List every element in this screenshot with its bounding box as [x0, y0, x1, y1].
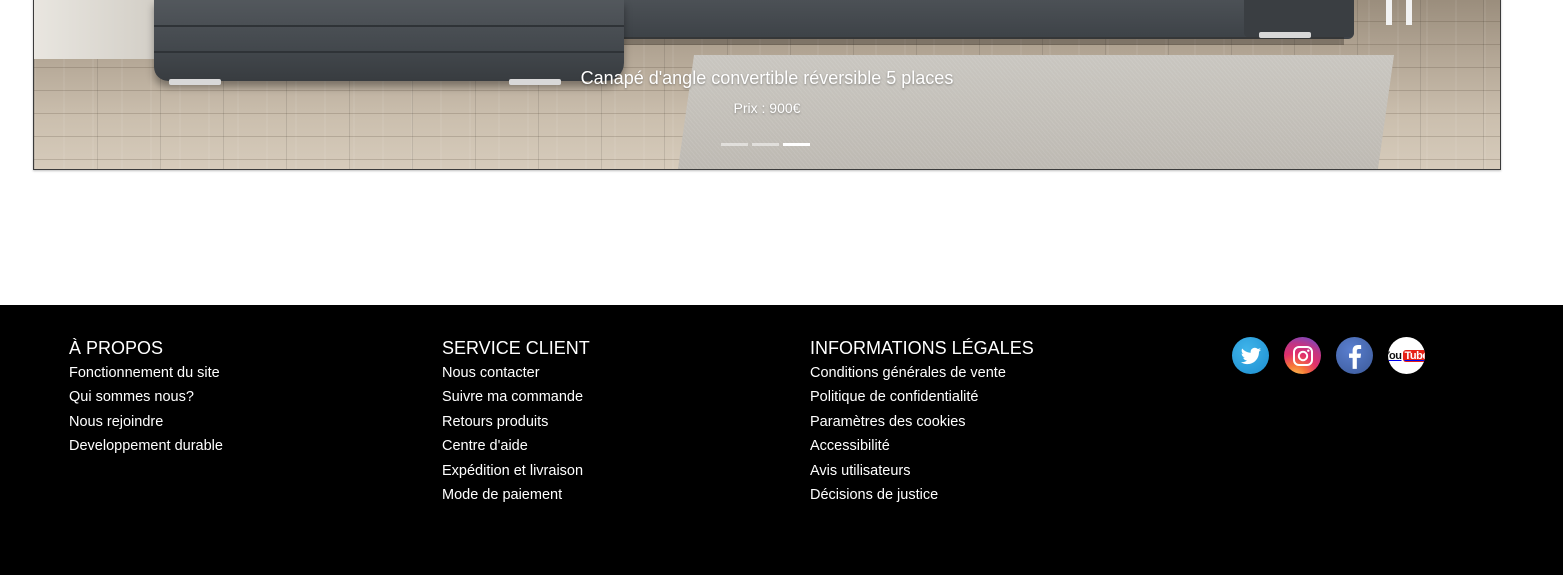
footer-link-cookies[interactable]: Paramètres des cookies — [810, 414, 966, 430]
footer-link-who-we-are[interactable]: Qui sommes nous? — [69, 389, 194, 405]
list-item: Suivre ma commande — [442, 389, 590, 413]
footer-link-accessibility[interactable]: Accessibilité — [810, 438, 890, 454]
list-item: Paramètres des cookies — [810, 414, 1034, 438]
footer-link-reviews[interactable]: Avis utilisateurs — [810, 463, 910, 479]
instagram-camera-icon — [1292, 345, 1313, 366]
chair-leg — [1386, 0, 1392, 25]
footer-link-help-center[interactable]: Centre d'aide — [442, 438, 528, 454]
list-item: Fonctionnement du site — [69, 365, 223, 389]
footer-link-court-decisions[interactable]: Décisions de justice — [810, 487, 938, 503]
youtube-icon[interactable]: YouTube — [1388, 337, 1425, 374]
list-item: Accessibilité — [810, 438, 1034, 462]
footer-link-shipping[interactable]: Expédition et livraison — [442, 463, 583, 479]
list-item: Nous contacter — [442, 365, 590, 389]
footer-column-service: SERVICE CLIENT Nous contacter Suivre ma … — [442, 338, 590, 511]
carousel-indicators — [721, 143, 810, 147]
list-item: Décisions de justice — [810, 487, 1034, 511]
footer-link-track-order[interactable]: Suivre ma commande — [442, 389, 583, 405]
footer-links-legal: Conditions générales de vente Politique … — [810, 365, 1034, 511]
instagram-icon[interactable] — [1284, 337, 1321, 374]
footer-link-sustainability[interactable]: Developpement durable — [69, 438, 223, 454]
chair-leg — [1406, 0, 1412, 25]
list-item: Politique de confidentialité — [810, 389, 1034, 413]
youtube-logo: YouTube — [1388, 349, 1425, 362]
social-links: YouTube — [1232, 337, 1425, 374]
sofa-seam — [154, 51, 624, 53]
footer-link-join-us[interactable]: Nous rejoindre — [69, 414, 163, 430]
footer-column-legal: INFORMATIONS LÉGALES Conditions générale… — [810, 338, 1034, 511]
product-carousel[interactable]: Canapé d'angle convertible réversible 5 … — [33, 0, 1501, 170]
facebook-icon[interactable] — [1336, 337, 1373, 374]
sofa-leg — [1259, 32, 1311, 38]
list-item: Developpement durable — [69, 438, 223, 462]
list-item: Retours produits — [442, 414, 590, 438]
list-item: Centre d'aide — [442, 438, 590, 462]
footer-links-about: Fonctionnement du site Qui sommes nous? … — [69, 365, 223, 463]
list-item: Conditions générales de vente — [810, 365, 1034, 389]
footer-link-how-it-works[interactable]: Fonctionnement du site — [69, 365, 220, 381]
carousel-indicator-2[interactable] — [752, 143, 779, 146]
carousel-indicator-3[interactable] — [783, 143, 810, 146]
twitter-bird-icon — [1240, 347, 1261, 364]
list-item: Qui sommes nous? — [69, 389, 223, 413]
footer-heading-about: À PROPOS — [69, 338, 164, 358]
sofa-seam — [154, 25, 624, 27]
footer-heading-legal: INFORMATIONS LÉGALES — [810, 338, 1034, 358]
carousel-image-wall — [34, 0, 154, 59]
footer-links-service: Nous contacter Suivre ma commande Retour… — [442, 365, 590, 511]
list-item: Avis utilisateurs — [810, 463, 1034, 487]
footer-link-privacy[interactable]: Politique de confidentialité — [810, 389, 978, 405]
carousel-indicator-1[interactable] — [721, 143, 748, 146]
twitter-icon[interactable] — [1232, 337, 1269, 374]
list-item: Expédition et livraison — [442, 463, 590, 487]
site-footer: À PROPOS Fonctionnement du site Qui somm… — [0, 305, 1563, 575]
list-item: Mode de paiement — [442, 487, 590, 511]
carousel-image-sofa-shadow — [624, 37, 1344, 45]
footer-link-returns[interactable]: Retours produits — [442, 414, 548, 430]
footer-link-contact[interactable]: Nous contacter — [442, 365, 540, 381]
footer-heading-service: SERVICE CLIENT — [442, 338, 590, 358]
footer-link-payment[interactable]: Mode de paiement — [442, 487, 562, 503]
footer-link-terms[interactable]: Conditions générales de vente — [810, 365, 1006, 381]
footer-column-about: À PROPOS Fonctionnement du site Qui somm… — [69, 338, 223, 463]
facebook-f-icon — [1348, 344, 1361, 369]
list-item: Nous rejoindre — [69, 414, 223, 438]
carousel-caption-price: Prix : 900€ — [733, 100, 801, 116]
carousel-caption-title: Canapé d'angle convertible réversible 5 … — [580, 68, 954, 88]
